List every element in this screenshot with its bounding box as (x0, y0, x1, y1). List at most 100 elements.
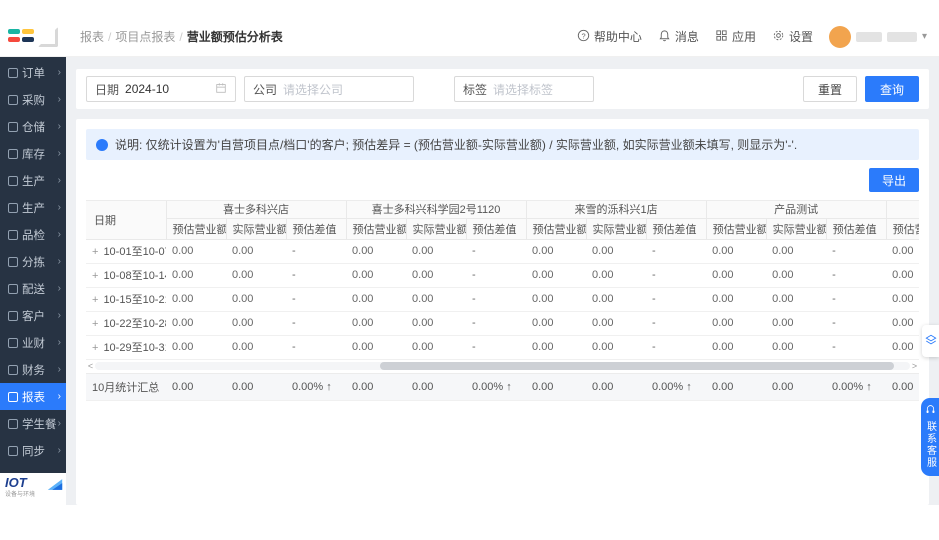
summary-cell: 0.00% ↑ (826, 373, 886, 401)
value-cell: - (466, 263, 527, 288)
purchase-icon (8, 94, 18, 105)
expand-icon[interactable]: + (92, 294, 98, 306)
sidebar: 订单 › 采购 › 仓储 › 库存 › 生产 › 生产 › 品检 › 分拣 › 配送 › 客户 › 业财 › 财务 › 报表 › 学… (0, 57, 66, 505)
scrollbar-thumb[interactable] (380, 362, 894, 370)
value-cell: 0.00 (706, 311, 767, 336)
sidebar-item-customer[interactable]: 客户 › (0, 302, 66, 329)
company-select[interactable]: 公司 请选择公司 (244, 76, 414, 102)
sidebar-item-label: 报表 (22, 391, 45, 404)
group-header: 来雪的泺科兴1店 (526, 201, 707, 219)
date-cell: +10-08至10-14 (86, 263, 166, 288)
h-scrollbar: < > (86, 361, 919, 372)
help-action[interactable]: ? 帮助中心 (577, 28, 642, 45)
export-button[interactable]: 导出 (868, 168, 919, 192)
col-header: 实际营业额 (406, 218, 467, 240)
value-cell: 0.00 (766, 311, 827, 336)
sidebar-item-label: 采购 (22, 94, 45, 107)
bell-action[interactable]: 消息 (658, 28, 699, 45)
value-cell: 0.00 (526, 239, 587, 264)
contact-tab[interactable]: 联系客服 (921, 398, 939, 476)
value-cell: 0.00 (166, 311, 226, 336)
value-cell: - (646, 263, 707, 288)
chevron-right-icon: › (57, 445, 61, 456)
value-cell: 0.00 (706, 335, 767, 360)
sorting-icon (8, 256, 18, 267)
user-menu[interactable]: ▾ (828, 25, 927, 48)
online-service-widget[interactable] (922, 325, 939, 357)
date-cell: +10-15至10-21 (86, 287, 166, 312)
value-cell: 0.00 (586, 335, 647, 360)
chevron-right-icon: › (57, 391, 61, 402)
breadcrumb-item[interactable]: 项目点报表 (115, 30, 175, 44)
calendar-icon (215, 82, 227, 97)
expand-icon[interactable]: + (92, 318, 98, 330)
scroll-right-icon[interactable]: > (910, 361, 919, 372)
value-cell: 0.00 (406, 287, 467, 312)
summary-table: 10月统计汇总 0.00 0.00 0.00% ↑ 0.00 0.00 0.00% ↑ 0.0… (86, 373, 919, 401)
breadcrumb: 报表 / 项目点报表 / 营业额预估分析表 (80, 28, 283, 45)
gear-icon (772, 29, 785, 45)
expand-icon[interactable]: + (92, 270, 98, 282)
order-icon (8, 67, 18, 78)
tag-select[interactable]: 标签 请选择标签 (454, 76, 594, 102)
sidebar-item-production-2[interactable]: 生产 › (0, 194, 66, 221)
help-icon: ? (577, 29, 590, 45)
date-cell: +10-22至10-28 (86, 311, 166, 336)
breadcrumb-separator: / (108, 30, 112, 44)
chevron-right-icon: › (57, 202, 61, 213)
sidebar-item-sorting[interactable]: 分拣 › (0, 248, 66, 275)
sidebar-item-production[interactable]: 生产 › (0, 167, 66, 194)
sidebar-item-warehouse[interactable]: 仓储 › (0, 113, 66, 140)
sidebar-item-order[interactable]: 订单 › (0, 59, 66, 86)
scroll-left-icon[interactable]: < (86, 361, 95, 372)
value-cell: - (286, 263, 347, 288)
sidebar-item-purchase[interactable]: 采购 › (0, 86, 66, 113)
sync-icon (8, 445, 18, 456)
date-picker[interactable]: 日期 2024-10 (86, 76, 236, 102)
sidebar-item-student-meal[interactable]: 学生餐 › (0, 410, 66, 437)
gear-action[interactable]: 设置 (772, 28, 813, 45)
col-header: 实际营业额 (586, 218, 647, 240)
col-header: 预估差值 (826, 218, 887, 240)
main-content: 日期 2024-10 公司 请选择公司 标签 请选择标签 重置 查询 说明: 仅… (66, 57, 939, 505)
summary-cell: 0.00% ↑ (466, 373, 526, 401)
apps-action[interactable]: 应用 (715, 28, 756, 45)
date-value: 2024-10 (125, 82, 170, 96)
breadcrumb-item[interactable]: 报表 (80, 30, 104, 44)
layers-icon (924, 334, 937, 349)
query-button[interactable]: 查询 (864, 76, 919, 102)
breadcrumb-separator: / (179, 30, 183, 44)
scrollbar-track[interactable] (95, 362, 910, 370)
expand-icon[interactable]: + (92, 342, 98, 354)
chevron-right-icon: › (57, 94, 61, 105)
sidebar-item-label: 生产 (22, 202, 45, 215)
row-date: 10-01至10-07 (103, 246, 166, 258)
value-cell: 0.00 (226, 335, 286, 360)
apps-icon (715, 29, 728, 45)
col-header: 实际营业额 (766, 218, 827, 240)
sidebar-item-report[interactable]: 报表 › (0, 383, 66, 410)
report-table: 日期 喜士多科兴店 喜士多科兴科学园2号1120 来雪的泺科兴1店 产品测试 预估营业额实… (86, 201, 919, 360)
sidebar-item-label: 学生餐 (22, 418, 57, 431)
reset-button[interactable]: 重置 (802, 76, 857, 102)
chevron-right-icon: › (57, 418, 61, 429)
value-cell: - (286, 335, 347, 360)
chevron-right-icon: › (57, 364, 61, 375)
avatar (828, 25, 851, 48)
sidebar-item-quality[interactable]: 品检 › (0, 221, 66, 248)
student-meal-icon (8, 418, 18, 429)
value-cell: 0.00 (166, 287, 226, 312)
sidebar-item-sync[interactable]: 同步 › (0, 437, 66, 464)
chevron-right-icon: › (57, 283, 61, 294)
sidebar-item-finance[interactable]: 财务 › (0, 356, 66, 383)
sidebar-item-business-finance[interactable]: 业财 › (0, 329, 66, 356)
sidebar-item-label: 同步 (22, 445, 45, 458)
sidebar-item-label: 订单 (22, 67, 45, 80)
group-header-partial (886, 201, 919, 219)
topbar: 报表 / 项目点报表 / 营业额预估分析表 ? 帮助中心 消息 应用 设置 ▾ (0, 17, 939, 57)
sidebar-item-delivery[interactable]: 配送 › (0, 275, 66, 302)
value-cell: - (466, 287, 527, 312)
action-label: 应用 (731, 30, 756, 44)
expand-icon[interactable]: + (92, 246, 98, 258)
sidebar-item-inventory[interactable]: 库存 › (0, 140, 66, 167)
